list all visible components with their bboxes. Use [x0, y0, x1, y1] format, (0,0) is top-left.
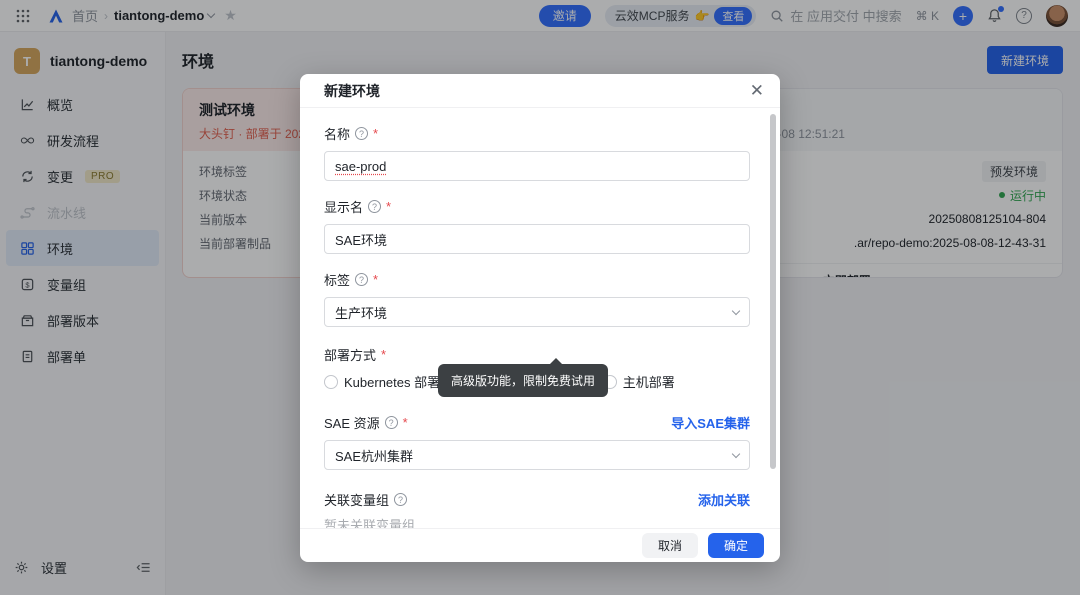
- radio-label: 主机部署: [623, 372, 675, 391]
- name-input-value: sae-prod: [335, 159, 386, 174]
- new-environment-modal: 新建环境 ✕ 名称 ? * sae-prod 显示名 ? * SAE环境 标签 …: [300, 74, 780, 562]
- import-sae-cluster-link[interactable]: 导入SAE集群: [671, 413, 750, 432]
- name-field-label: 名称 ? *: [324, 124, 750, 143]
- cancel-button[interactable]: 取消: [642, 533, 698, 558]
- display-name-input[interactable]: SAE环境: [324, 224, 750, 254]
- help-icon[interactable]: ?: [394, 493, 407, 506]
- name-input[interactable]: sae-prod: [324, 151, 750, 181]
- sae-resource-row: SAE 资源 ? * 导入SAE集群: [324, 413, 750, 432]
- required-mark: *: [386, 199, 391, 214]
- display-name-input-value: SAE环境: [335, 230, 387, 249]
- modal-body: 名称 ? * sae-prod 显示名 ? * SAE环境 标签 ? * 生产环…: [300, 108, 780, 528]
- radio-icon: [324, 375, 338, 389]
- radio-host-deploy[interactable]: 主机部署: [603, 372, 675, 391]
- modal-title: 新建环境: [324, 81, 380, 101]
- deploy-method-field-label: 部署方式 *: [324, 345, 750, 364]
- add-variable-group-link[interactable]: 添加关联: [698, 490, 750, 509]
- confirm-button[interactable]: 确定: [708, 533, 764, 558]
- chevron-down-icon: [732, 449, 740, 457]
- variable-group-field-label: 关联变量组 ?: [324, 490, 407, 509]
- modal-header: 新建环境 ✕: [300, 74, 780, 108]
- radio-kubernetes-deploy[interactable]: Kubernetes 部署: [324, 372, 440, 391]
- beta-feature-tooltip: 高级版功能，限制免费试用: [438, 364, 608, 397]
- help-icon[interactable]: ?: [355, 127, 368, 140]
- sae-resource-select-value: SAE杭州集群: [335, 446, 413, 465]
- required-mark: *: [381, 347, 386, 362]
- modal-footer: 取消 确定: [300, 528, 780, 562]
- tag-field-label: 标签 ? *: [324, 270, 750, 289]
- scrollbar-thumb[interactable]: [770, 114, 776, 469]
- help-icon[interactable]: ?: [368, 200, 381, 213]
- required-mark: *: [403, 415, 408, 430]
- help-icon[interactable]: ?: [385, 416, 398, 429]
- sae-resource-select[interactable]: SAE杭州集群: [324, 440, 750, 470]
- tag-select-value: 生产环境: [335, 303, 387, 322]
- chevron-down-icon: [732, 306, 740, 314]
- variable-group-row: 关联变量组 ? 添加关联: [324, 490, 750, 509]
- variable-group-empty-text: 暂未关联变量组: [324, 515, 750, 528]
- modal-scrollbar: [770, 112, 776, 524]
- help-icon[interactable]: ?: [355, 273, 368, 286]
- radio-label: Kubernetes 部署: [344, 372, 440, 391]
- tag-select[interactable]: 生产环境: [324, 297, 750, 327]
- close-icon[interactable]: ✕: [750, 82, 764, 99]
- display-name-field-label: 显示名 ? *: [324, 197, 750, 216]
- required-mark: *: [373, 272, 378, 287]
- sae-resource-field-label: SAE 资源 ? *: [324, 413, 408, 432]
- required-mark: *: [373, 126, 378, 141]
